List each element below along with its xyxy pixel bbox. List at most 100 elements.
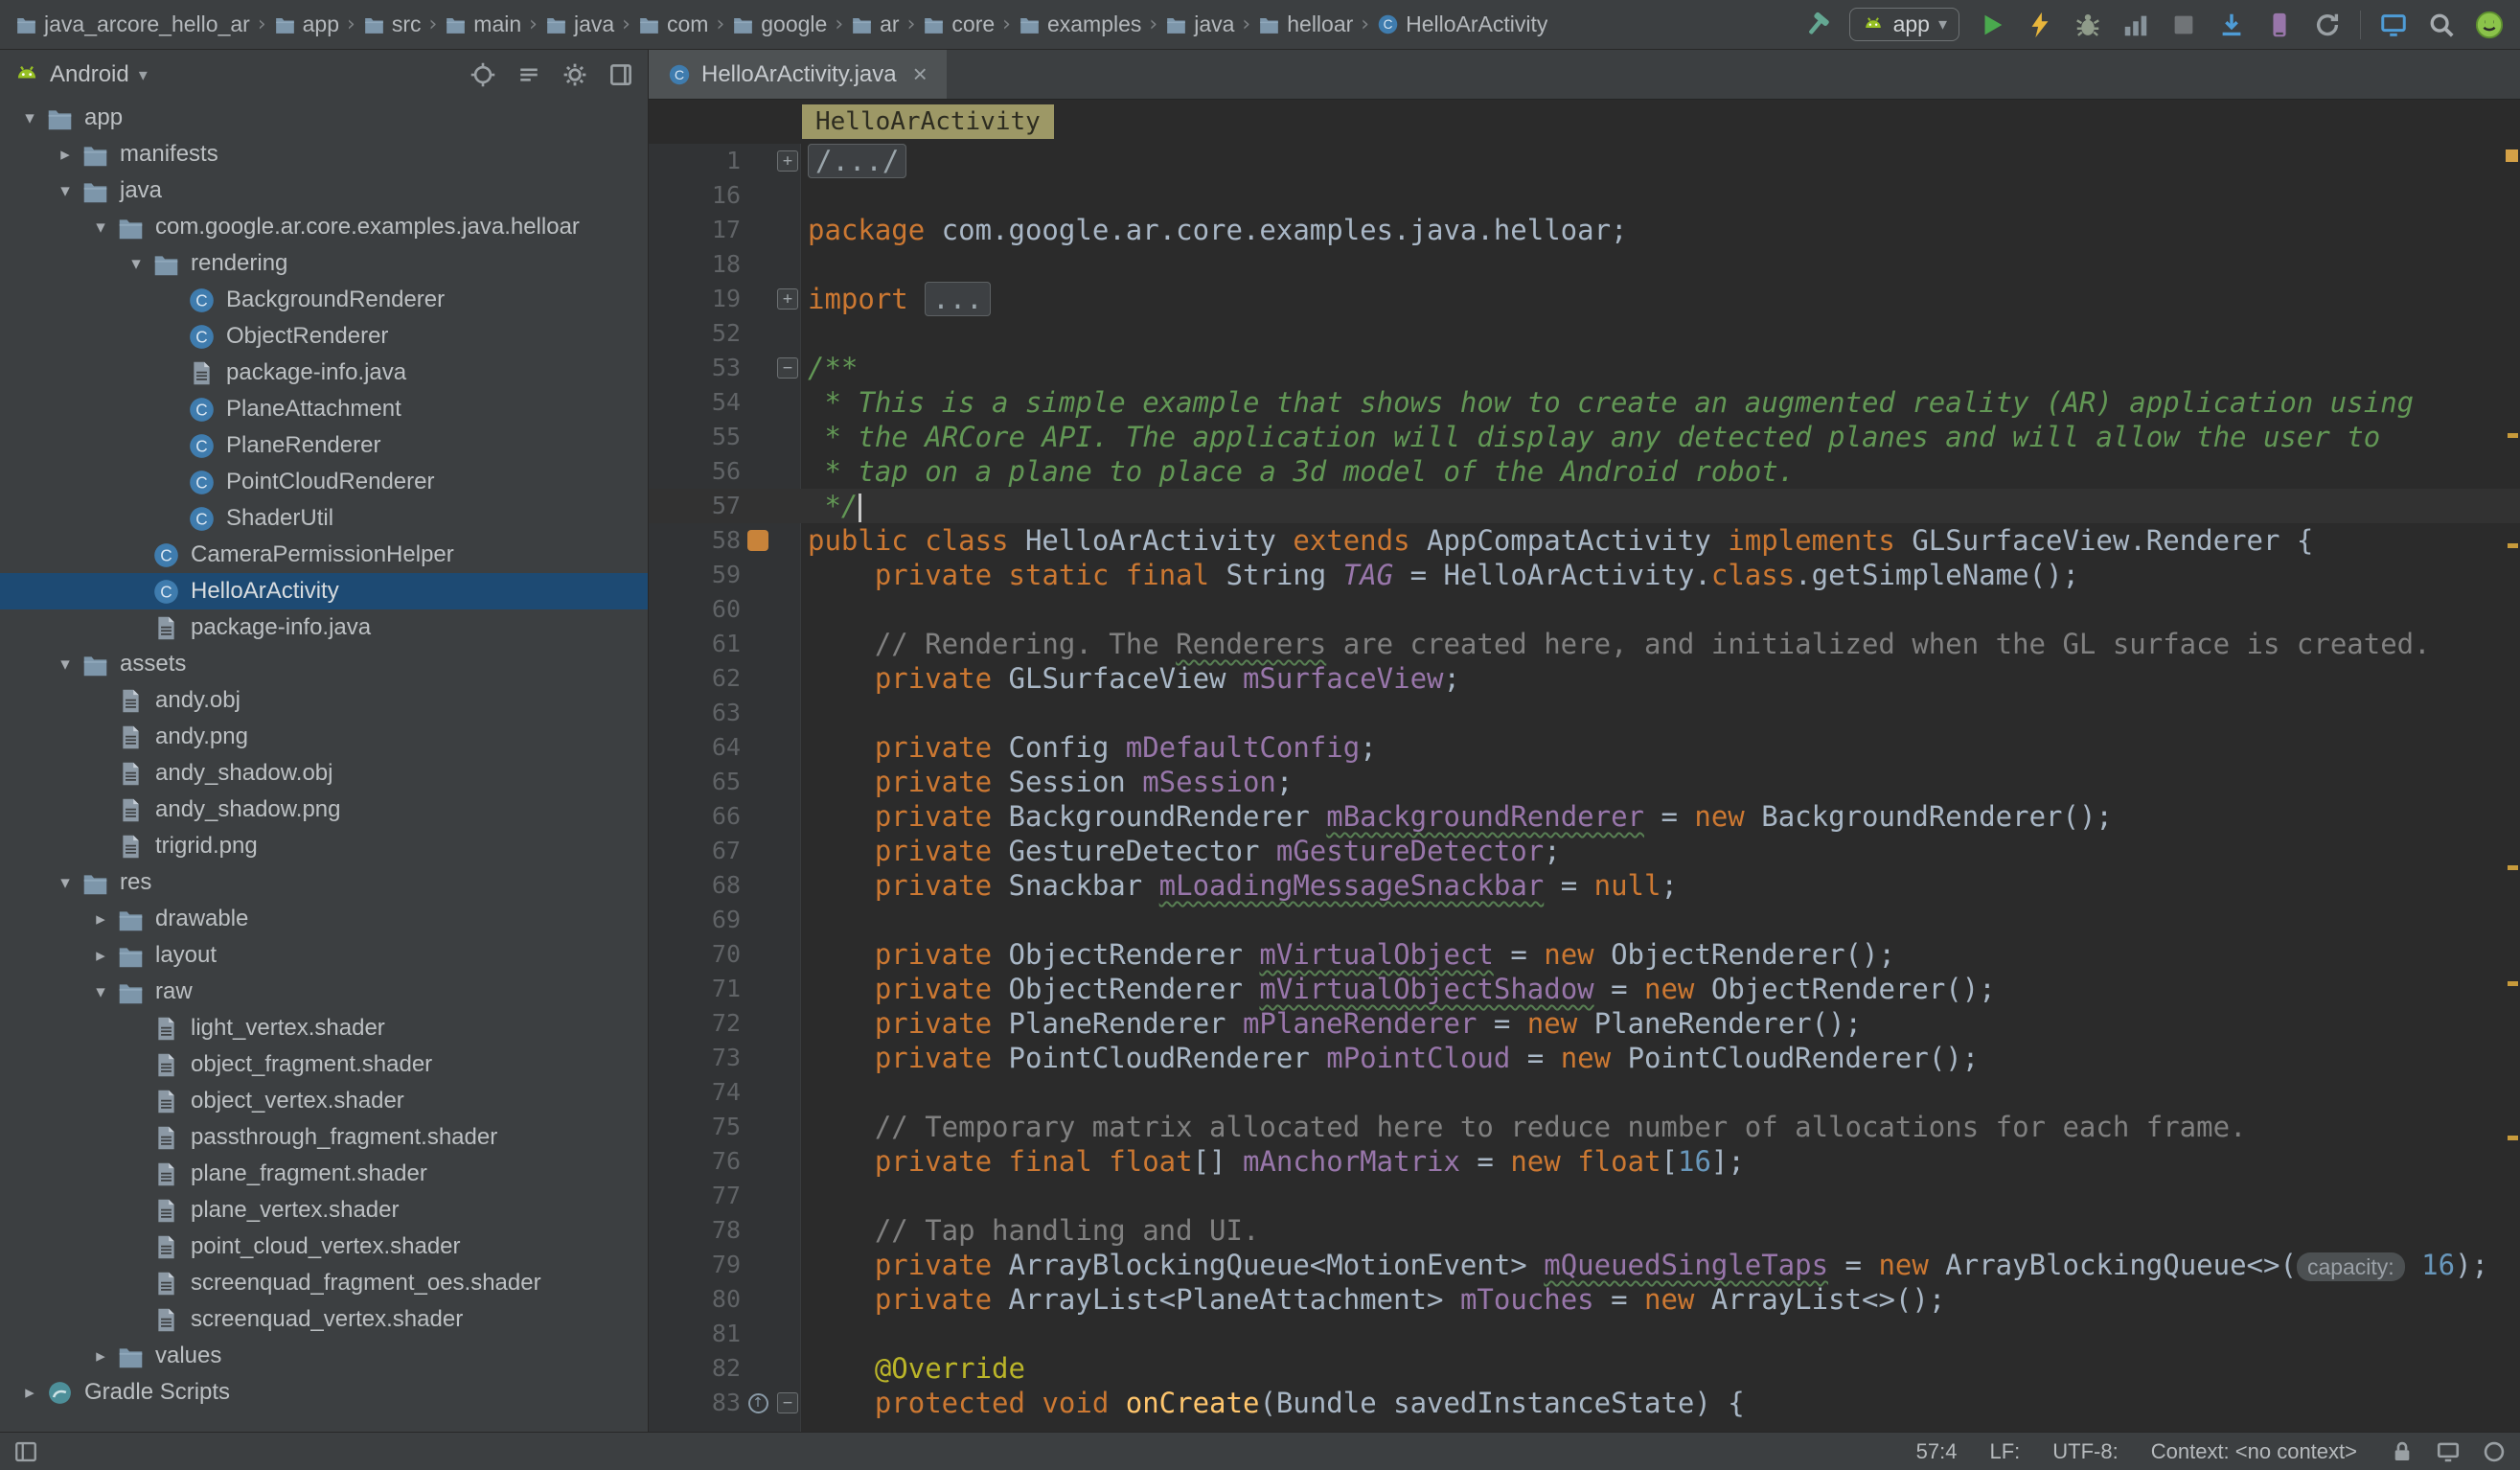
line-number[interactable]: 18 <box>649 247 741 282</box>
code-text[interactable]: private PointCloudRenderer mPointCloud =… <box>800 1041 1979 1075</box>
code-line-80[interactable]: 80 private ArrayList<PlaneAttachment> mT… <box>649 1282 2520 1317</box>
breadcrumb-item-core[interactable]: core <box>923 11 995 37</box>
fold-collapse-icon[interactable]: − <box>775 351 800 385</box>
tree-item-screenquad-fragment-oes-shader[interactable]: screenquad_fragment_oes.shader <box>0 1265 648 1301</box>
code-text[interactable] <box>800 903 808 937</box>
chevron-down-icon[interactable]: ▾ <box>84 981 117 1002</box>
code-line-75[interactable]: 75 // Temporary matrix allocated here to… <box>649 1110 2520 1144</box>
tree-item-res[interactable]: ▾res <box>0 864 648 901</box>
monitor-icon[interactable] <box>2436 1439 2461 1464</box>
breadcrumb-item-main[interactable]: main <box>445 11 521 37</box>
code-line-65[interactable]: 65 private Session mSession; <box>649 765 2520 799</box>
tree-item-raw[interactable]: ▾raw <box>0 974 648 1010</box>
tree-item-pointcloudrenderer[interactable]: CPointCloudRenderer <box>0 464 648 500</box>
code-text[interactable]: private Snackbar mLoadingMessageSnackbar… <box>800 868 1678 903</box>
tree-item-rendering[interactable]: ▾rendering <box>0 245 648 282</box>
code-line-67[interactable]: 67 private GestureDetector mGestureDetec… <box>649 834 2520 868</box>
line-number[interactable]: 73 <box>649 1041 741 1075</box>
code-editor[interactable]: 1+/.../1617package com.google.ar.core.ex… <box>649 144 2520 1432</box>
tree-item-passthrough-fragment-shader[interactable]: passthrough_fragment.shader <box>0 1119 648 1156</box>
code-text[interactable]: private static final String TAG = HelloA… <box>800 558 2079 592</box>
line-number[interactable]: 61 <box>649 627 741 661</box>
line-number[interactable]: 52 <box>649 316 741 351</box>
code-text[interactable]: import ... <box>800 282 991 316</box>
tree-item-values[interactable]: ▸values <box>0 1338 648 1374</box>
code-line-71[interactable]: 71 private ObjectRenderer mVirtualObject… <box>649 972 2520 1006</box>
line-number[interactable]: 81 <box>649 1317 741 1351</box>
code-text[interactable] <box>800 1179 808 1213</box>
code-line-58[interactable]: 58public class HelloArActivity extends A… <box>649 523 2520 558</box>
code-line-62[interactable]: 62 private GLSurfaceView mSurfaceView; <box>649 661 2520 696</box>
code-text[interactable]: private ArrayBlockingQueue<MotionEvent> … <box>800 1248 2488 1282</box>
code-text[interactable]: private ObjectRenderer mVirtualObjectSha… <box>800 972 1996 1006</box>
code-line-83[interactable]: 83↑− protected void onCreate(Bundle save… <box>649 1386 2520 1420</box>
line-number[interactable]: 67 <box>649 834 741 868</box>
breadcrumb-item-helloaractivity[interactable]: CHelloArActivity <box>1377 11 1547 37</box>
code-text[interactable] <box>800 592 808 627</box>
code-text[interactable] <box>800 247 808 282</box>
locate-icon[interactable] <box>470 61 496 88</box>
code-line-59[interactable]: 59 private static final String TAG = Hel… <box>649 558 2520 592</box>
tree-item-manifests[interactable]: ▸manifests <box>0 136 648 172</box>
line-number[interactable]: 60 <box>649 592 741 627</box>
code-text[interactable]: /.../ <box>800 144 906 178</box>
breadcrumb-item-com[interactable]: com <box>638 11 708 37</box>
line-number[interactable]: 63 <box>649 696 741 730</box>
chevron-right-icon[interactable]: ▸ <box>84 945 117 966</box>
line-number[interactable]: 17 <box>649 213 741 247</box>
code-line-1[interactable]: 1+/.../ <box>649 144 2520 178</box>
code-line-70[interactable]: 70 private ObjectRenderer mVirtualObject… <box>649 937 2520 972</box>
device-manager-icon[interactable] <box>2264 10 2295 40</box>
line-number[interactable]: 83 <box>649 1386 741 1420</box>
line-number[interactable]: 80 <box>649 1282 741 1317</box>
code-text[interactable] <box>800 178 808 213</box>
code-text[interactable]: // Temporary matrix allocated here to re… <box>800 1110 2247 1144</box>
code-line-81[interactable]: 81 <box>649 1317 2520 1351</box>
sync-icon[interactable] <box>2312 10 2343 40</box>
tree-item-andy-obj[interactable]: andy.obj <box>0 682 648 719</box>
apply-changes-icon[interactable] <box>2025 10 2055 40</box>
tree-item-shaderutil[interactable]: CShaderUtil <box>0 500 648 537</box>
line-number[interactable]: 75 <box>649 1110 741 1144</box>
line-number[interactable]: 82 <box>649 1351 741 1386</box>
line-number[interactable]: 58 <box>649 523 741 558</box>
line-number[interactable]: 19 <box>649 282 741 316</box>
tree-item-drawable[interactable]: ▸drawable <box>0 901 648 937</box>
code-line-52[interactable]: 52 <box>649 316 2520 351</box>
warning-stripe-mark[interactable] <box>2508 433 2518 438</box>
chevron-down-icon[interactable]: ▾ <box>84 217 117 238</box>
breadcrumb-item-ar[interactable]: ar <box>851 11 899 37</box>
breadcrumb-item-java[interactable]: java <box>545 11 614 37</box>
code-line-64[interactable]: 64 private Config mDefaultConfig; <box>649 730 2520 765</box>
line-number[interactable]: 65 <box>649 765 741 799</box>
code-line-60[interactable]: 60 <box>649 592 2520 627</box>
tree-item-object-fragment-shader[interactable]: object_fragment.shader <box>0 1046 648 1083</box>
breadcrumb-item-java[interactable]: java <box>1165 11 1234 37</box>
circle-icon[interactable] <box>2482 1439 2507 1464</box>
tree-item-objectrenderer[interactable]: CObjectRenderer <box>0 318 648 355</box>
toolwindow-toggle-icon[interactable] <box>13 1439 38 1464</box>
caret-position-widget[interactable]: 57:4 <box>1916 1439 1958 1464</box>
breadcrumb-item-src[interactable]: src <box>363 11 422 37</box>
file-status-indicator[interactable] <box>2506 149 2518 162</box>
editor-tab-helloaractivity[interactable]: C HelloArActivity.java × <box>649 50 947 99</box>
line-number[interactable]: 66 <box>649 799 741 834</box>
code-line-61[interactable]: 61 // Rendering. The Renderers are creat… <box>649 627 2520 661</box>
fold-expand-icon[interactable]: + <box>775 144 800 178</box>
chevron-right-icon[interactable]: ▸ <box>49 144 81 165</box>
run-configuration-select[interactable]: app ▾ <box>1849 8 1959 41</box>
tree-item-planeattachment[interactable]: CPlaneAttachment <box>0 391 648 427</box>
line-number[interactable]: 16 <box>649 178 741 213</box>
build-hammer-icon[interactable] <box>1801 10 1832 40</box>
code-line-16[interactable]: 16 <box>649 178 2520 213</box>
warning-stripe-mark[interactable] <box>2508 1136 2518 1140</box>
line-number[interactable]: 53 <box>649 351 741 385</box>
code-text[interactable]: private ObjectRenderer mVirtualObject = … <box>800 937 1895 972</box>
tree-item-plane-vertex-shader[interactable]: plane_vertex.shader <box>0 1192 648 1229</box>
close-tab-icon[interactable]: × <box>913 59 928 89</box>
breadcrumb-item-helloar[interactable]: helloar <box>1258 11 1353 37</box>
code-line-63[interactable]: 63 <box>649 696 2520 730</box>
code-line-68[interactable]: 68 private Snackbar mLoadingMessageSnack… <box>649 868 2520 903</box>
code-text[interactable] <box>800 1075 808 1110</box>
code-line-79[interactable]: 79 private ArrayBlockingQueue<MotionEven… <box>649 1248 2520 1282</box>
